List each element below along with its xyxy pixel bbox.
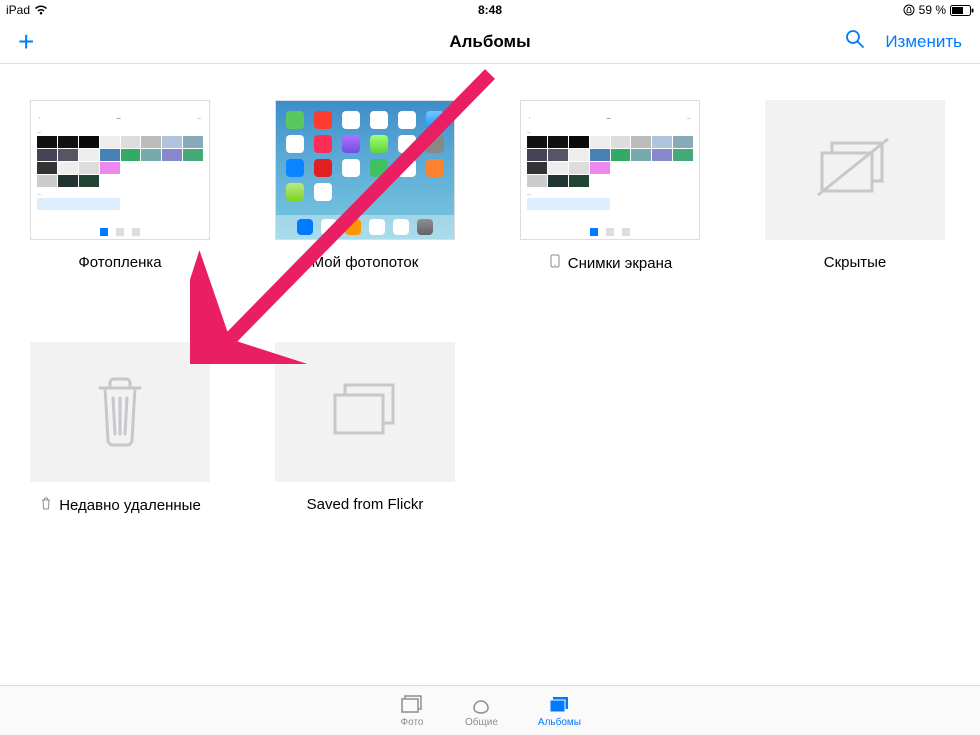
battery-percent: 59 % [919, 3, 946, 17]
battery-icon [950, 5, 974, 16]
tab-photos[interactable]: Фото [399, 694, 425, 728]
album-label: Saved from Flickr [307, 496, 424, 513]
search-button[interactable] [845, 29, 865, 54]
album-label: Скрытые [824, 254, 887, 271]
hidden-icon [810, 133, 900, 208]
device-label: iPad [6, 3, 30, 17]
photo-stack-icon [325, 375, 405, 450]
tab-label: Альбомы [538, 717, 581, 728]
tab-label: Фото [401, 717, 424, 728]
album-label: Фотопленка [78, 254, 161, 271]
album-thumbnail [30, 342, 210, 482]
album-recently-deleted[interactable]: Недавно удаленные [30, 342, 210, 514]
add-button[interactable]: + [18, 28, 34, 56]
album-thumbnail [275, 100, 455, 240]
tab-bar: Фото Общие Альбомы [0, 685, 980, 735]
album-label: Мой фотопоток [312, 254, 419, 271]
album-saved-from-flickr[interactable]: Saved from Flickr [275, 342, 455, 514]
edit-button[interactable]: Изменить [885, 32, 962, 52]
albums-grid-container: ‹—— — — Фотопленка [0, 64, 980, 550]
tab-shared[interactable]: Общие [465, 694, 498, 728]
album-label: Снимки экрана [548, 254, 672, 272]
tab-label: Общие [465, 717, 498, 728]
trash-small-icon [39, 496, 53, 514]
status-bar: iPad 8:48 59 % [0, 0, 980, 20]
orientation-lock-icon [903, 4, 915, 16]
tab-albums[interactable]: Альбомы [538, 694, 581, 728]
status-time: 8:48 [478, 3, 502, 17]
album-photo-stream[interactable]: Мой фотопоток [275, 100, 455, 272]
screenshot-icon [548, 254, 562, 272]
album-thumbnail [275, 342, 455, 482]
page-title: Альбомы [449, 32, 530, 52]
trash-icon [90, 370, 150, 455]
wifi-icon [34, 5, 48, 15]
album-camera-roll[interactable]: ‹—— — — Фотопленка [30, 100, 210, 272]
album-hidden[interactable]: Скрытые [765, 100, 945, 272]
album-thumbnail: ‹—— — — [520, 100, 700, 240]
album-screenshots[interactable]: ‹—— — — Снимки экрана [520, 100, 700, 272]
album-thumbnail: ‹—— — — [30, 100, 210, 240]
album-thumbnail [765, 100, 945, 240]
navigation-bar: + Альбомы Изменить [0, 20, 980, 64]
album-label: Недавно удаленные [39, 496, 201, 514]
